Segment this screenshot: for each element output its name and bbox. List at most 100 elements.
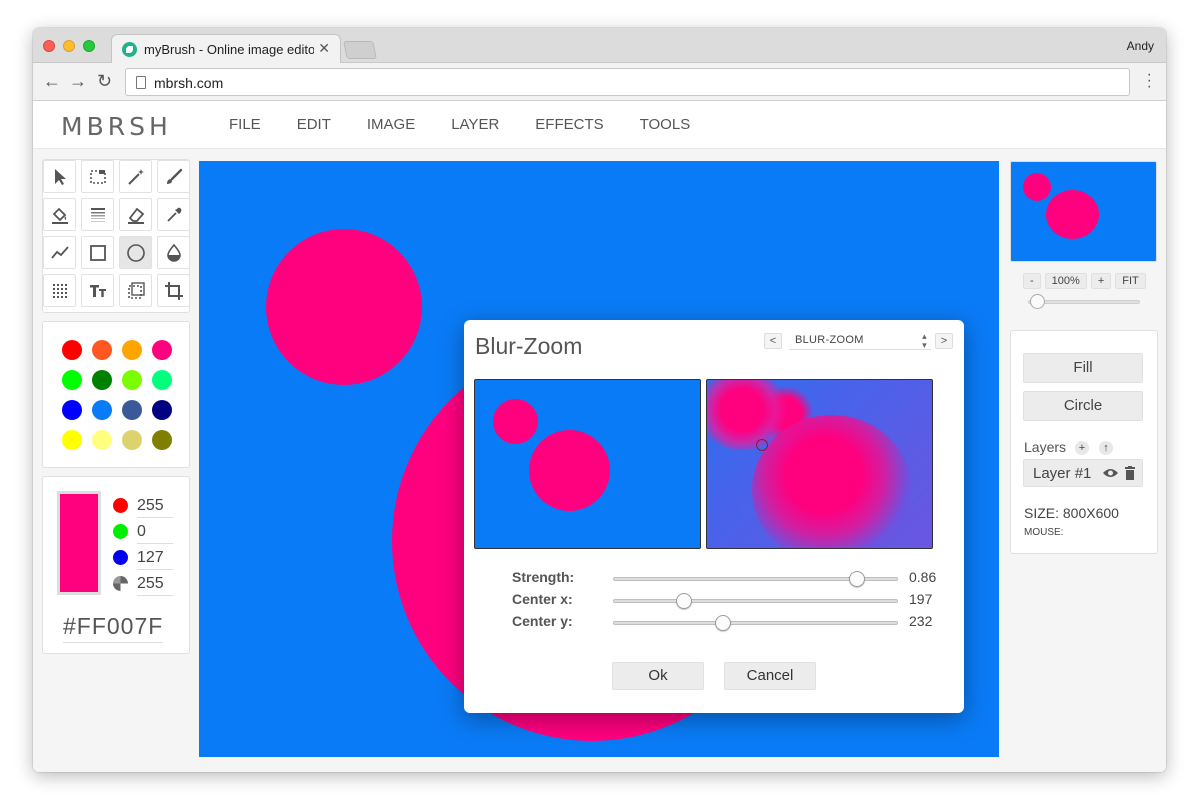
swatch-9[interactable] xyxy=(92,400,112,420)
zoom-fit-button[interactable]: FIT xyxy=(1115,273,1146,289)
rectangle-tool-icon[interactable] xyxy=(81,236,114,269)
strength-slider-handle[interactable] xyxy=(849,571,866,587)
browser-menu-icon[interactable]: · · · xyxy=(1147,67,1152,95)
minimize-window-button[interactable] xyxy=(63,40,75,52)
browser-window: myBrush - Online image editor ✕ Andy ← →… xyxy=(33,28,1166,772)
alpha-channel-icon xyxy=(113,576,128,591)
current-color-preview[interactable] xyxy=(57,491,101,595)
paint-bucket-icon[interactable] xyxy=(43,198,76,231)
navigator-preview[interactable] xyxy=(1010,161,1157,262)
swatch-0[interactable] xyxy=(62,340,82,360)
tools-panel xyxy=(42,159,190,313)
swatch-6[interactable] xyxy=(122,370,142,390)
eye-icon[interactable] xyxy=(1102,467,1119,479)
swatch-12[interactable] xyxy=(62,430,82,450)
swatch-8[interactable] xyxy=(62,400,82,420)
swatch-5[interactable] xyxy=(92,370,112,390)
back-arrow-icon[interactable]: ← xyxy=(43,71,61,92)
fill-button[interactable]: Fill xyxy=(1023,353,1143,383)
center-y-slider-handle[interactable] xyxy=(715,615,732,631)
rect-select-icon[interactable] xyxy=(81,160,114,193)
new-tab-button[interactable] xyxy=(343,41,377,59)
alpha-value[interactable]: 255 xyxy=(137,575,173,596)
swatch-13[interactable] xyxy=(92,430,112,450)
blur-drop-icon[interactable] xyxy=(157,236,190,269)
center-y-label: Center y: xyxy=(512,613,573,629)
brush-icon[interactable] xyxy=(157,160,190,193)
zoom-slider[interactable] xyxy=(1028,294,1140,309)
eraser-icon[interactable] xyxy=(119,198,152,231)
cancel-button[interactable]: Cancel xyxy=(724,662,816,690)
circle-tool-icon[interactable] xyxy=(119,236,152,269)
maximize-window-button[interactable] xyxy=(83,40,95,52)
effect-select[interactable]: BLUR-ZOOM ▴ ▾ xyxy=(789,332,931,350)
browser-tab[interactable]: myBrush - Online image editor ✕ xyxy=(111,34,341,63)
menu-image[interactable]: IMAGE xyxy=(367,116,415,133)
app-header: MBRSH FILE EDIT IMAGE LAYER EFFECTS TOOL… xyxy=(33,101,1166,149)
move-layer-up-button[interactable]: ↑ xyxy=(1099,441,1113,455)
swatch-15[interactable] xyxy=(152,430,172,450)
blue-value[interactable]: 127 xyxy=(137,549,173,570)
prev-effect-button[interactable]: < xyxy=(764,333,782,349)
app-logo[interactable]: MBRSH xyxy=(61,112,172,141)
profile-name[interactable]: Andy xyxy=(1127,39,1154,53)
center-y-slider[interactable] xyxy=(613,615,898,631)
url-input[interactable]: mbrsh.com xyxy=(125,68,1130,96)
select-arrow-icon[interactable] xyxy=(43,160,76,193)
mouse-position: MOUSE: xyxy=(1024,527,1064,538)
canvas-size: SIZE: 800X600 xyxy=(1024,505,1119,521)
close-window-button[interactable] xyxy=(43,40,55,52)
strength-slider[interactable] xyxy=(613,571,898,587)
tab-title: myBrush - Online image editor xyxy=(144,42,314,57)
zoom-level[interactable]: 100% xyxy=(1044,273,1087,289)
line-tool-icon[interactable] xyxy=(43,236,76,269)
zoom-out-button[interactable]: - xyxy=(1023,273,1041,289)
swatch-14[interactable] xyxy=(122,430,142,450)
add-layer-button[interactable]: + xyxy=(1075,441,1089,455)
circle-button[interactable]: Circle xyxy=(1023,391,1143,421)
menu-effects[interactable]: EFFECTS xyxy=(535,116,603,133)
zoom-center-marker[interactable] xyxy=(756,439,768,451)
red-value[interactable]: 255 xyxy=(137,497,173,518)
zoom-in-button[interactable]: + xyxy=(1090,273,1112,289)
menu-tools[interactable]: TOOLS xyxy=(640,116,691,133)
pattern-icon[interactable] xyxy=(43,274,76,307)
center-x-slider-row: Center x: 197 xyxy=(464,591,964,609)
zoom-slider-handle[interactable] xyxy=(1030,294,1045,309)
forward-arrow-icon[interactable]: → xyxy=(69,71,87,92)
menu-edit[interactable]: EDIT xyxy=(297,116,331,133)
swatch-1[interactable] xyxy=(92,340,112,360)
layer-row[interactable]: Layer #1 xyxy=(1023,459,1143,487)
green-value[interactable]: 0 xyxy=(137,523,173,544)
swatch-4[interactable] xyxy=(62,370,82,390)
menu-layer[interactable]: LAYER xyxy=(451,116,499,133)
ok-button[interactable]: Ok xyxy=(612,662,704,690)
preview-small-circle xyxy=(493,399,538,444)
crop-icon[interactable] xyxy=(157,274,190,307)
swatch-7[interactable] xyxy=(152,370,172,390)
trash-icon[interactable] xyxy=(1124,466,1136,480)
center-x-slider-handle[interactable] xyxy=(675,593,692,609)
menu-file[interactable]: FILE xyxy=(229,116,261,133)
marquee-icon[interactable] xyxy=(119,274,152,307)
eyedropper-icon[interactable] xyxy=(157,198,190,231)
gradient-icon[interactable] xyxy=(81,198,114,231)
dialog-title: Blur-Zoom xyxy=(475,333,583,359)
blur-large-blob xyxy=(752,415,912,548)
zoom-controls: - 100% + FIT xyxy=(1023,273,1146,289)
swatch-2[interactable] xyxy=(122,340,142,360)
center-x-slider[interactable] xyxy=(613,593,898,609)
text-tool-icon[interactable] xyxy=(81,274,114,307)
hex-value[interactable]: #FF007F xyxy=(63,613,164,643)
tab-close-icon[interactable]: ✕ xyxy=(318,40,330,57)
swatch-10[interactable] xyxy=(122,400,142,420)
tab-bar: myBrush - Online image editor ✕ Andy xyxy=(33,28,1166,63)
next-effect-button[interactable]: > xyxy=(935,333,953,349)
address-bar: ← → ↻ mbrsh.com · · · xyxy=(33,63,1166,101)
reload-icon[interactable]: ↻ xyxy=(97,71,112,92)
swatch-3[interactable] xyxy=(152,340,172,360)
workspace: 255 0 127 255 #FF007F - 100% + FIT Fill … xyxy=(33,149,1166,772)
magic-wand-icon[interactable] xyxy=(119,160,152,193)
swatch-11[interactable] xyxy=(152,400,172,420)
canvas-small-circle xyxy=(266,229,422,385)
